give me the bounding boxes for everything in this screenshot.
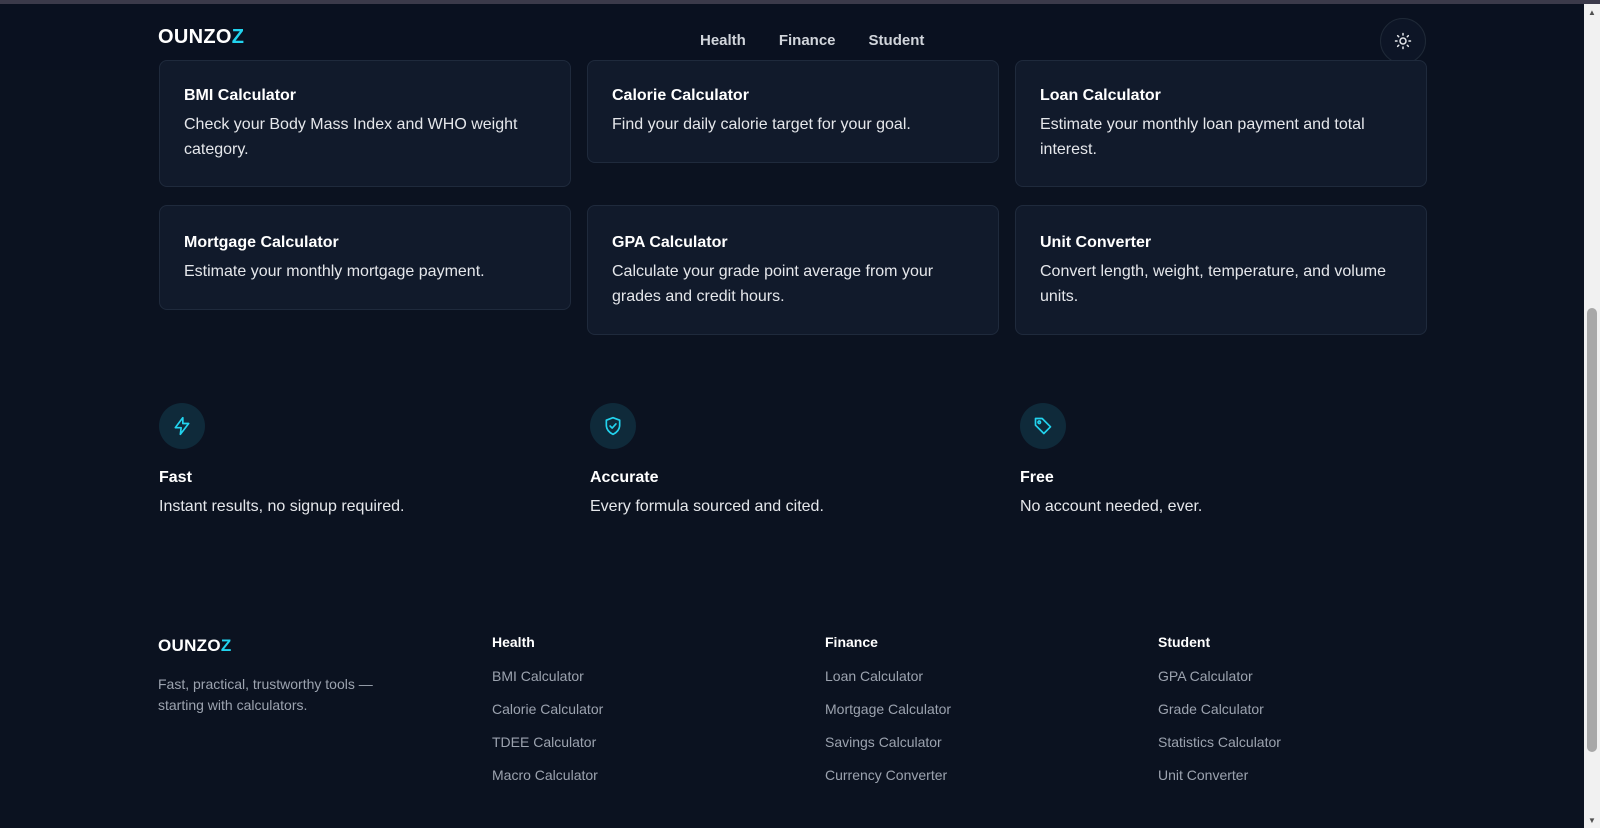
feature-title: Fast [159,469,192,486]
footer-link-list: BMI Calculator Calorie Calculator TDEE C… [492,668,603,800]
tool-card-title: Calorie Calculator [612,87,749,104]
scrollbar-thumb[interactable] [1587,308,1597,752]
main-nav: Health Finance Student [700,32,924,49]
footer-link[interactable]: Grade Calculator [1158,701,1281,734]
footer-link[interactable]: Unit Converter [1158,767,1281,800]
footer-link[interactable]: Savings Calculator [825,734,951,767]
nav-link-student[interactable]: Student [869,32,925,49]
tool-card-title: Loan Calculator [1040,87,1161,104]
footer-column-health: Health BMI Calculator Calorie Calculator… [492,634,603,800]
footer-link[interactable]: GPA Calculator [1158,668,1281,701]
logo-accent-letter: Z [231,26,245,48]
footer-column-heading: Finance [825,634,878,650]
footer-column-student: Student GPA Calculator Grade Calculator … [1158,634,1281,800]
logo-text: OUNZO [158,26,232,48]
footer-link[interactable]: Currency Converter [825,767,951,800]
footer-link-list: GPA Calculator Grade Calculator Statisti… [1158,668,1281,800]
feature-accurate: Accurate Every formula sourced and cited… [590,403,970,516]
tool-card-description: Convert length, weight, temperature, and… [1040,263,1386,305]
feature-description: Instant results, no signup required. [159,498,405,515]
tag-icon [1034,417,1052,435]
footer-link[interactable]: Macro Calculator [492,767,603,800]
header-logo[interactable]: OUNZOZ [158,26,244,49]
feature-description: Every formula sourced and cited. [590,498,824,515]
tool-card-title: GPA Calculator [612,234,728,251]
tool-card-unit-converter[interactable]: Unit Converter Convert length, weight, t… [1015,205,1427,335]
footer-tagline: Fast, practical, trustworthy tools — sta… [158,676,373,713]
scroll-down-arrow-icon[interactable]: ▼ [1584,812,1600,828]
footer-link[interactable]: Calorie Calculator [492,701,603,734]
feature-title: Free [1020,469,1054,486]
scroll-up-arrow-icon[interactable]: ▲ [1584,4,1600,20]
tool-card-description: Check your Body Mass Index and WHO weigh… [184,116,518,158]
tool-card-description: Find your daily calorie target for your … [612,116,911,133]
tool-card-title: Mortgage Calculator [184,234,339,251]
footer-column-heading: Health [492,634,535,650]
sun-icon [1394,32,1412,50]
footer-link[interactable]: Mortgage Calculator [825,701,951,734]
feature-free: Free No account needed, ever. [1020,403,1400,516]
shield-check-icon [605,416,621,436]
footer-link[interactable]: Statistics Calculator [1158,734,1281,767]
feature-title: Accurate [590,469,659,486]
tool-card-description: Estimate your monthly loan payment and t… [1040,116,1365,158]
nav-link-finance[interactable]: Finance [779,32,836,49]
feature-description: No account needed, ever. [1020,498,1203,515]
feature-icon-badge [590,403,636,449]
tool-card-title: BMI Calculator [184,87,297,104]
footer-column-heading: Student [1158,634,1211,650]
feature-icon-badge [1020,403,1066,449]
logo-text: OUNZO [158,636,221,655]
feature-icon-badge [159,403,205,449]
footer-link-list: Loan Calculator Mortgage Calculator Savi… [825,668,951,800]
footer-link[interactable]: Loan Calculator [825,668,951,701]
logo-accent-letter: Z [220,636,232,655]
tool-card-description: Estimate your monthly mortgage payment. [184,263,485,280]
theme-toggle-button[interactable] [1380,18,1426,64]
tool-card-loan[interactable]: Loan Calculator Estimate your monthly lo… [1015,60,1427,187]
footer-link[interactable]: BMI Calculator [492,668,603,701]
footer-logo[interactable]: OUNZOZ [158,636,232,656]
lightning-icon [174,416,190,436]
nav-link-health[interactable]: Health [700,32,746,49]
tool-card-gpa[interactable]: GPA Calculator Calculate your grade poin… [587,205,999,335]
tool-card-mortgage[interactable]: Mortgage Calculator Estimate your monthl… [159,205,571,310]
footer-link[interactable]: TDEE Calculator [492,734,603,767]
tool-card-title: Unit Converter [1040,234,1152,251]
feature-fast: Fast Instant results, no signup required… [159,403,539,516]
footer-column-finance: Finance Loan Calculator Mortgage Calcula… [825,634,951,800]
tool-card-description: Calculate your grade point average from … [612,263,934,305]
tool-card-bmi[interactable]: BMI Calculator Check your Body Mass Inde… [159,60,571,187]
tool-card-calorie[interactable]: Calorie Calculator Find your daily calor… [587,60,999,163]
